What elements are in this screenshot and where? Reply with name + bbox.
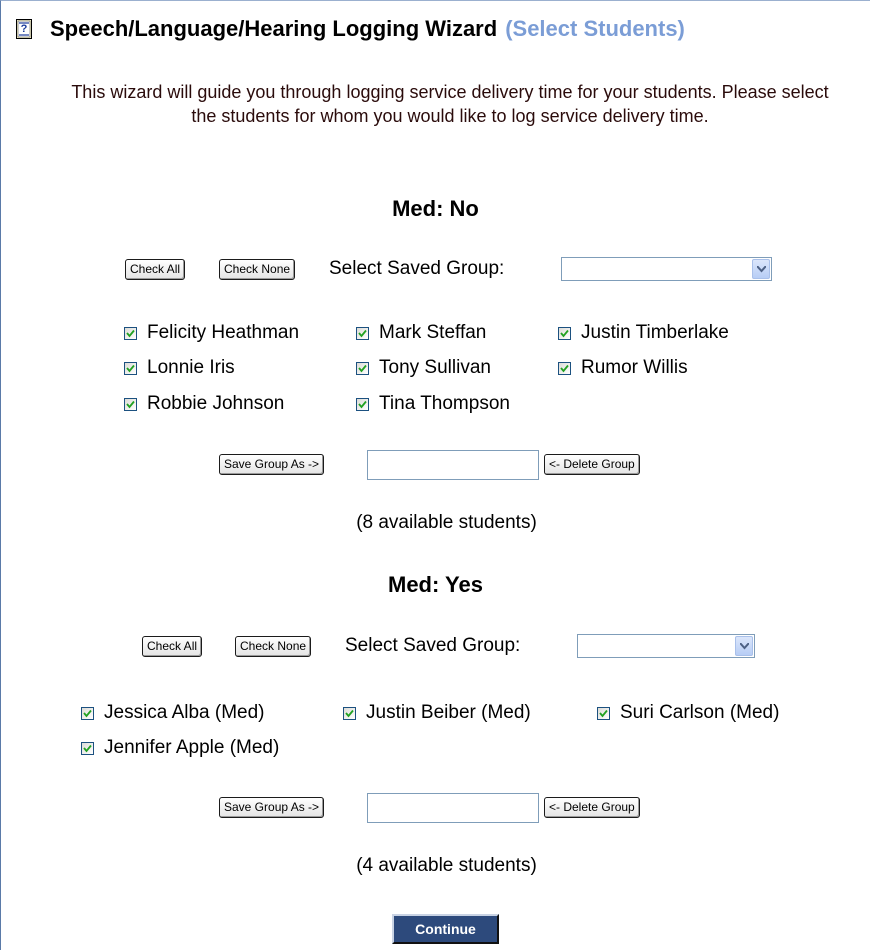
check-all-button[interactable]: Check All: [142, 636, 203, 657]
student-name: Jennifer Apple (Med): [104, 737, 280, 758]
checkmark-icon: [126, 329, 135, 337]
student-checkbox-item[interactable]: Rumor Willis: [558, 355, 688, 381]
student-checkbox-item[interactable]: Tina Thompson: [356, 391, 510, 417]
checkbox[interactable]: [124, 326, 137, 340]
available-students-count: (4 available students): [356, 855, 537, 876]
student-checkbox-item[interactable]: Jennifer Apple (Med): [81, 735, 279, 761]
check-all-button[interactable]: Check All: [125, 259, 186, 280]
page-title: Speech/Language/Hearing Logging Wizard: [50, 16, 498, 41]
checkbox[interactable]: [558, 361, 571, 375]
svg-text:?: ?: [21, 23, 28, 35]
student-name: Jessica Alba (Med): [104, 702, 265, 723]
help-book-icon[interactable]: ?: [16, 19, 32, 39]
checkbox[interactable]: [81, 706, 94, 720]
checkbox[interactable]: [356, 397, 369, 411]
save-group-as-button[interactable]: Save Group As ->: [219, 797, 325, 818]
student-name: Justin Timberlake: [581, 322, 729, 343]
student-name: Felicity Heathman: [147, 322, 300, 343]
checkmark-icon: [358, 364, 367, 372]
page-subtitle: (Select Students): [505, 16, 685, 41]
select-saved-group-label: Select Saved Group:: [329, 258, 505, 279]
checkmark-icon: [83, 709, 92, 717]
student-name: Tina Thompson: [379, 393, 510, 414]
student-name: Rumor Willis: [581, 357, 688, 378]
student-checkbox-item[interactable]: Jessica Alba (Med): [81, 700, 265, 726]
checkmark-icon: [358, 400, 367, 408]
student-name: Lonnie Iris: [147, 357, 235, 378]
checkmark-icon: [83, 744, 92, 752]
group-title-med-yes: Med: Yes: [388, 572, 483, 597]
wizard-header: ? Speech/Language/Hearing Logging Wizard…: [16, 14, 685, 44]
student-name: Justin Beiber (Med): [366, 702, 531, 723]
student-checkbox-item[interactable]: Tony Sullivan: [356, 355, 491, 381]
dropdown-arrow-icon[interactable]: [752, 259, 770, 279]
student-checkbox-item[interactable]: Felicity Heathman: [124, 320, 299, 346]
check-none-button[interactable]: Check None: [219, 259, 296, 280]
student-checkbox-item[interactable]: Suri Carlson (Med): [597, 700, 779, 726]
select-saved-group-label: Select Saved Group:: [345, 635, 521, 656]
delete-group-button[interactable]: <- Delete Group: [544, 797, 640, 818]
save-group-as-button[interactable]: Save Group As ->: [219, 454, 325, 475]
checkmark-icon: [345, 709, 354, 717]
checkbox[interactable]: [124, 397, 137, 411]
student-name: Robbie Johnson: [147, 393, 285, 414]
group-title-med-no: Med: No: [392, 196, 479, 221]
available-students-count: (8 available students): [356, 512, 537, 533]
dropdown-arrow-icon[interactable]: [735, 636, 753, 656]
checkmark-icon: [599, 709, 608, 717]
checkmark-icon: [126, 364, 135, 372]
student-name: Mark Steffan: [379, 322, 487, 343]
student-checkbox-item[interactable]: Robbie Johnson: [124, 391, 284, 417]
group-name-input[interactable]: [367, 793, 539, 823]
checkbox[interactable]: [343, 706, 356, 720]
checkbox[interactable]: [356, 361, 369, 375]
student-checkbox-item[interactable]: Justin Beiber (Med): [343, 700, 531, 726]
student-name: Tony Sullivan: [379, 357, 491, 378]
delete-group-button[interactable]: <- Delete Group: [544, 454, 640, 475]
checkmark-icon: [560, 329, 569, 337]
student-checkbox-item[interactable]: Lonnie Iris: [124, 355, 235, 381]
checkmark-icon: [358, 329, 367, 337]
intro-text: This wizard will guide you through loggi…: [71, 82, 829, 126]
saved-group-select[interactable]: [577, 634, 755, 658]
group-name-input[interactable]: [367, 450, 539, 480]
checkmark-icon: [126, 400, 135, 408]
saved-group-select[interactable]: [561, 257, 772, 281]
student-checkbox-item[interactable]: Mark Steffan: [356, 320, 486, 346]
checkbox[interactable]: [356, 326, 369, 340]
student-name: Suri Carlson (Med): [620, 702, 780, 723]
checkbox[interactable]: [81, 741, 94, 755]
checkmark-icon: [560, 364, 569, 372]
checkbox[interactable]: [558, 326, 571, 340]
checkbox[interactable]: [597, 706, 610, 720]
continue-button[interactable]: Continue: [392, 914, 499, 944]
checkbox[interactable]: [124, 361, 137, 375]
check-none-button[interactable]: Check None: [235, 636, 312, 657]
student-checkbox-item[interactable]: Justin Timberlake: [558, 320, 729, 346]
